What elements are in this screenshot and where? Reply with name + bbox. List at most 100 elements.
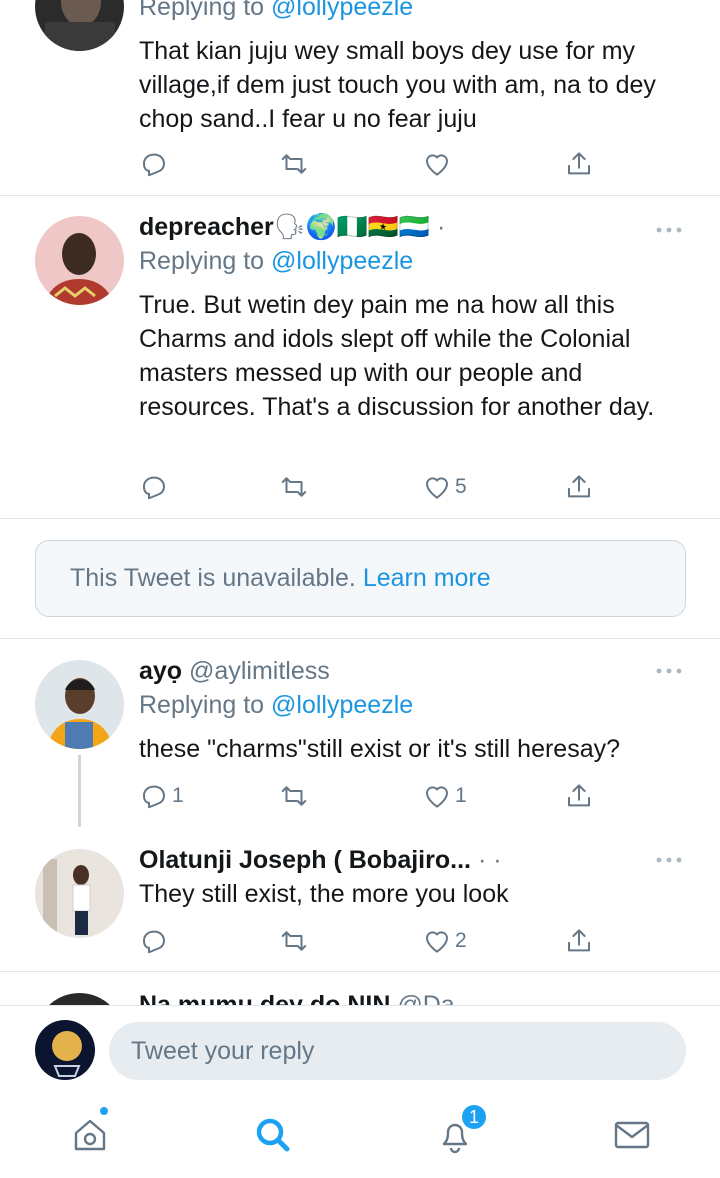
replying-to-label: Replying to (139, 0, 265, 21)
reply-button[interactable]: 1 (139, 779, 184, 813)
tweet-card[interactable]: Olatunji Joseph ( Bobajiro... · · They s… (0, 829, 720, 971)
more-options-button[interactable] (654, 224, 684, 236)
user-handle[interactable]: · · (478, 846, 502, 874)
like-button[interactable]: 1 (422, 779, 467, 813)
tweet-text: these "charms"still exist or it's still … (139, 735, 621, 763)
mention-link[interactable]: @lollypeezle (271, 691, 413, 719)
replying-to: Replying to @lollypeezle (139, 244, 690, 278)
avatar-image (35, 1020, 95, 1080)
like-count: 1 (455, 784, 467, 807)
avatar[interactable] (35, 660, 124, 749)
heart-icon (426, 786, 448, 808)
user-handle[interactable]: @aylimitless (189, 657, 330, 685)
like-button[interactable]: 2 (422, 924, 467, 958)
tweet-card[interactable]: Na mumu dey do NIN @Da (0, 972, 720, 1005)
notifications-badge: 1 (460, 1103, 488, 1131)
retweet-button[interactable] (279, 924, 312, 958)
avatar-image (35, 993, 124, 1005)
bottom-tab-bar: 1 (0, 1097, 720, 1178)
reply-input[interactable] (109, 1022, 686, 1080)
reply-composer (0, 1005, 720, 1097)
my-avatar[interactable] (35, 1020, 95, 1080)
tweet-header: Olatunji Joseph ( Bobajiro... · · (139, 843, 690, 877)
share-icon (568, 929, 590, 952)
tweet-actions: 5 (139, 470, 599, 504)
reply-icon (143, 153, 165, 177)
search-icon (256, 1118, 290, 1152)
user-handle[interactable]: @Da (397, 991, 454, 1005)
heart-icon (426, 154, 448, 176)
tab-home[interactable] (68, 1113, 112, 1157)
share-button[interactable] (564, 924, 594, 958)
more-icon (656, 227, 682, 233)
like-button[interactable] (422, 147, 455, 181)
tweet-card[interactable]: Replying to @lollypeezle That kian juju … (0, 0, 720, 195)
display-name[interactable]: Olatunji Joseph ( Bobajiro... (139, 846, 471, 874)
retweet-button[interactable] (279, 779, 312, 813)
home-new-dot (99, 1106, 109, 1116)
name-emoji: 🗣🌍🇳🇬🇬🇭🇸🇱 · (273, 213, 446, 241)
divider (0, 518, 720, 519)
like-count: 5 (455, 475, 467, 498)
tweet-text: That kian juju wey small boys dey use fo… (139, 37, 656, 133)
reply-button[interactable] (139, 470, 172, 504)
avatar-image (35, 660, 124, 749)
tweet-text: They still exist, the more you look (139, 880, 509, 908)
heart-icon (426, 477, 448, 499)
display-name[interactable]: ayọ (139, 657, 182, 685)
retweet-button[interactable] (279, 470, 312, 504)
more-icon (656, 857, 682, 863)
home-icon (74, 1119, 106, 1151)
more-icon (656, 668, 682, 674)
reply-icon (143, 476, 165, 500)
mention-link[interactable]: @lollypeezle (271, 247, 413, 275)
tweet-actions: 1 1 (139, 779, 599, 813)
unavailable-text: This Tweet is unavailable. (70, 564, 356, 592)
reply-icon (143, 930, 165, 954)
avatar-image (35, 216, 124, 305)
like-button[interactable]: 5 (422, 470, 467, 504)
retweet-icon (281, 786, 307, 806)
replying-to-label: Replying to (139, 247, 265, 275)
share-button[interactable] (564, 147, 594, 181)
share-button[interactable] (564, 470, 594, 504)
tweet-card[interactable]: ayọ @aylimitless Replying to @lollypeezl… (0, 639, 720, 829)
retweet-button[interactable] (279, 147, 312, 181)
replying-to-label: Replying to (139, 691, 265, 719)
share-icon (568, 475, 590, 498)
thread-connector (78, 755, 81, 827)
retweet-icon (281, 477, 307, 497)
replying-to: Replying to @lollypeezle (139, 0, 690, 24)
tab-messages[interactable] (610, 1113, 654, 1157)
more-options-button[interactable] (654, 854, 684, 866)
share-icon (568, 784, 590, 807)
unavailable-tweet-notice: This Tweet is unavailable. Learn more (35, 540, 686, 617)
tweet-text: True. But wetin dey pain me na how all t… (139, 291, 655, 421)
learn-more-link[interactable]: Learn more (363, 564, 491, 593)
reply-button[interactable] (139, 147, 172, 181)
avatar[interactable] (35, 993, 124, 1005)
avatar[interactable] (35, 216, 124, 305)
avatar[interactable] (35, 849, 124, 938)
more-options-button[interactable] (654, 665, 684, 677)
tweet-card[interactable]: depreacher🗣🌍🇳🇬🇬🇭🇸🇱 · Replying to @lollyp… (0, 196, 720, 518)
share-icon (568, 152, 590, 175)
display-name[interactable]: depreacher (139, 213, 274, 241)
reply-icon (143, 785, 165, 809)
retweet-icon (281, 931, 307, 951)
tweet-actions (139, 147, 599, 181)
replying-to: Replying to @lollypeezle (139, 688, 690, 722)
retweet-icon (281, 154, 307, 174)
avatar[interactable] (35, 0, 124, 51)
tweet-header: depreacher🗣🌍🇳🇬🇬🇭🇸🇱 · (139, 210, 690, 244)
mention-link[interactable]: @lollypeezle (271, 0, 413, 21)
share-button[interactable] (564, 779, 594, 813)
tab-search[interactable] (251, 1113, 295, 1157)
display-name[interactable]: Na mumu dey do NIN (139, 991, 390, 1005)
avatar-image (35, 849, 124, 938)
avatar-image (35, 0, 124, 51)
reply-count: 1 (172, 784, 184, 807)
tweet-header: Na mumu dey do NIN @Da (139, 988, 690, 1005)
mail-icon (614, 1121, 650, 1149)
reply-button[interactable] (139, 924, 172, 958)
